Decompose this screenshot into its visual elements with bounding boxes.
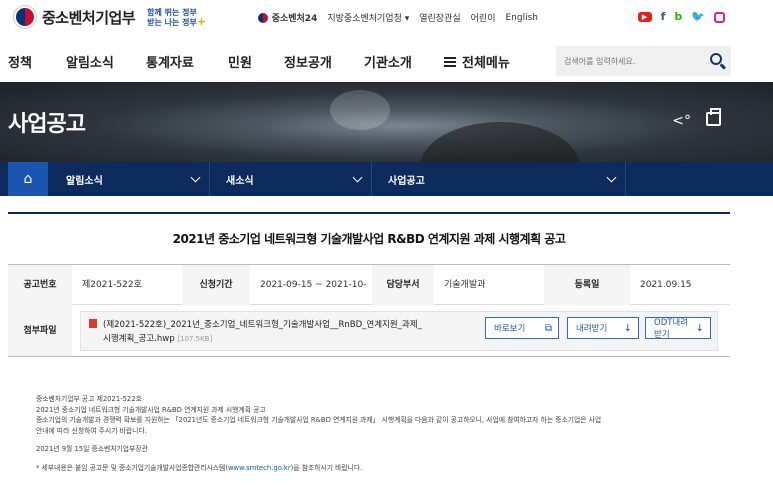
gnb-item-news[interactable]: 알림소식: [66, 52, 114, 71]
brand-name: 중소벤처기업부: [42, 8, 136, 27]
label-dept: 담당부서: [372, 264, 434, 305]
file-size: [107.5KB]: [177, 335, 213, 343]
article-title: 2021년 중소기업 네트워크형 기술개발사업 R&BD 연계지원 과제 시행계…: [172, 232, 566, 246]
article-info-table: 공고번호 제2021-522호 신청기간 2021-09-15 ~ 2021-1…: [8, 264, 730, 357]
government-emblem-icon: [14, 6, 36, 28]
body-line: 안내에 따라 신청하여 주시기 바랍니다.: [36, 426, 147, 435]
slogan-line1: 함께 뛰는 정부: [147, 7, 197, 17]
all-menu-button[interactable]: 전체메뉴: [444, 52, 510, 71]
download-icon: ↓: [695, 322, 704, 334]
attachment-filename[interactable]: (제2021-522호)_2021년_중소기업_네트워크형_기술개발사업__Rn…: [103, 318, 453, 346]
chevron-down-icon: [606, 172, 617, 182]
banner-decoration: [330, 90, 390, 130]
chevron-down-icon: [352, 172, 363, 182]
gnb-item-about[interactable]: 기관소개: [364, 52, 412, 71]
twitter-icon[interactable]: 🐦: [691, 11, 705, 23]
filename-line1: (제2021-522호)_2021년_중소기업_네트워크형_기술개발사업__Rn…: [103, 320, 422, 330]
instagram-icon[interactable]: [714, 11, 725, 23]
value-period: 2021-09-15 ~ 2021-10-01: [260, 279, 367, 330]
util-link-smes24[interactable]: 중소벤처24: [257, 11, 317, 24]
gnb-item-civil[interactable]: 민원: [228, 52, 252, 71]
util-link-minister[interactable]: 열린장관실: [419, 11, 460, 24]
search-icon[interactable]: [710, 53, 722, 65]
chevron-down-icon: [190, 172, 201, 182]
title-divider: [8, 212, 730, 214]
banner-decoration-hand: [420, 122, 580, 162]
breadcrumb-label: 알림소식: [66, 175, 103, 187]
body-line: 2021년 중소기업 네트워크형 기술개발사업 R&BD 연계지원 과제 시행계…: [36, 405, 266, 414]
body-note: * 세부내용은 붙임 공고문 및 중소기업기술개발사업종합관리시스템(www.s…: [36, 463, 363, 472]
odt-download-button[interactable]: ODT내려받기 ↓: [645, 317, 711, 340]
search-box: [556, 46, 731, 76]
breadcrumb-news[interactable]: 알림소식: [52, 162, 210, 196]
util-link-kids[interactable]: 어린이: [471, 11, 496, 24]
home-icon[interactable]: ⌂: [8, 162, 48, 196]
page-banner: 사업공고 <°: [0, 82, 773, 162]
slogan-line2: 받는 나는 정부: [147, 17, 197, 27]
preview-label: 바로보기: [494, 324, 526, 334]
label-attachment: 첨부파일: [8, 305, 72, 356]
label-reg-date: 등록일: [544, 264, 630, 305]
smes24-logo-icon: [257, 12, 268, 23]
preview-button[interactable]: 바로보기 ⧉: [485, 317, 559, 339]
util-link-regional[interactable]: 지방중소벤처기업청 ▾: [327, 11, 409, 24]
breadcrumb-announce[interactable]: 사업공고: [374, 162, 626, 196]
body-date: 2021년 9월 15일 중소벤처기업부장관: [36, 445, 148, 453]
sns-links: ▶ f b 🐦: [637, 11, 725, 23]
all-menu-label: 전체메뉴: [462, 56, 510, 71]
search-input[interactable]: [564, 56, 704, 66]
value-reg-date: 2021.09.15: [640, 279, 692, 290]
breadcrumb-new[interactable]: 새소식: [212, 162, 372, 196]
gnb-item-policy[interactable]: 정책: [8, 52, 32, 71]
article-body: 중소벤처기업부 공고 제2021-522호 2021년 중소기업 네트워크형 기…: [36, 394, 736, 473]
value-announce-no: 제2021-522호: [82, 279, 142, 290]
utility-links: 중소벤처24 지방중소벤처기업청 ▾ 열린장관실 어린이 English: [257, 11, 539, 24]
gnb-item-disclosure[interactable]: 정보공개: [284, 52, 332, 71]
download-label: 내려받기: [576, 324, 608, 334]
body-line: 중소기업의 기술개발과 경쟁력 확보를 지원하는 「2021년도 중소기업 네트…: [36, 416, 602, 424]
hamburger-icon: [444, 56, 456, 67]
youtube-icon[interactable]: ▶: [637, 12, 652, 22]
label-period: 신청기간: [182, 264, 250, 305]
share-icon[interactable]: <°: [672, 113, 691, 129]
hwp-file-icon: [89, 319, 97, 328]
util-link-english[interactable]: English: [506, 13, 539, 23]
slogan: 함께 뛰는 정부 받는 나는 정부+: [147, 7, 207, 28]
download-icon: ↓: [623, 322, 632, 334]
label-announce-no: 공고번호: [8, 264, 72, 305]
value-dept: 기술개발과: [444, 279, 486, 290]
smtech-link[interactable]: www.smtech.go.kr: [228, 464, 291, 472]
download-button[interactable]: 내려받기 ↓: [567, 317, 639, 339]
preview-icon: ⧉: [544, 322, 552, 334]
info-row: 공고번호 제2021-522호 신청기간 2021-09-15 ~ 2021-1…: [8, 264, 730, 330]
breadcrumb-label: 새소식: [226, 175, 254, 187]
filename-line2: 시행계획_공고.hwp: [103, 334, 175, 344]
breadcrumb-label: 사업공고: [388, 175, 425, 187]
blog-icon[interactable]: b: [674, 11, 682, 23]
page-title: 사업공고: [8, 112, 86, 137]
print-icon[interactable]: [706, 108, 721, 126]
body-line: 중소벤처기업부 공고 제2021-522호: [36, 395, 142, 403]
gnb-item-stats[interactable]: 통계자료: [146, 52, 194, 71]
facebook-icon[interactable]: f: [661, 11, 666, 23]
odt-download-label: ODT내려받기: [654, 318, 689, 340]
attachment-item: (제2021-522호)_2021년_중소기업_네트워크형_기술개발사업__Rn…: [80, 311, 718, 351]
site-logo[interactable]: 중소벤처기업부 함께 뛰는 정부 받는 나는 정부+: [14, 6, 206, 28]
breadcrumb: ⌂ 알림소식 새소식 사업공고: [0, 162, 773, 196]
top-utility-bar: 중소벤처기업부 함께 뛰는 정부 받는 나는 정부+ 중소벤처24 지방중소벤처…: [0, 0, 773, 36]
